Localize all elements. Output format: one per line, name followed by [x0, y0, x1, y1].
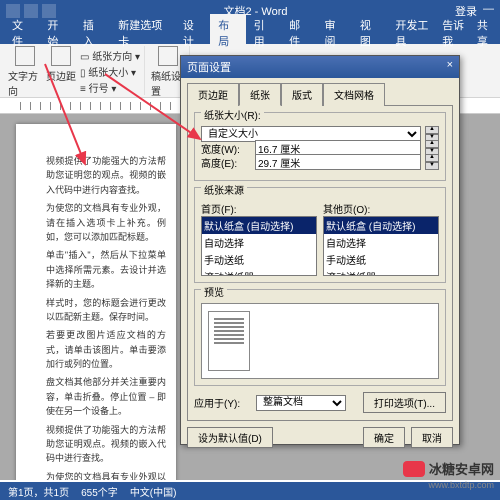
- ribbon-tabs: 文件 开始 插入 新建选项卡 设计 布局 引用 邮件 审阅 视图 开发工具 告诉…: [0, 22, 500, 44]
- tell-me[interactable]: 告诉我: [442, 17, 471, 49]
- language[interactable]: 中文(中国): [130, 484, 177, 499]
- preview-group: 预览: [194, 289, 446, 386]
- tab-layout[interactable]: 布局: [210, 14, 245, 52]
- paper-source-group: 纸张来源 首页(F): 默认纸盒 (自动选择)自动选择手动送纸滚动送纸器 其他页…: [194, 187, 446, 283]
- spin-up-icon[interactable]: ▲: [425, 126, 439, 134]
- word-count[interactable]: 655个字: [81, 484, 118, 499]
- dtab-margins[interactable]: 页边距: [187, 83, 239, 106]
- paper-size-button[interactable]: ▯ 纸张大小 ▾: [80, 64, 140, 79]
- tab-review[interactable]: 审阅: [317, 14, 352, 52]
- share-button[interactable]: 共享: [477, 17, 496, 49]
- print-options-button[interactable]: 打印选项(T)...: [363, 392, 446, 413]
- cancel-button[interactable]: 取消: [411, 427, 453, 448]
- document-page: 视频提供了功能强大的方法帮助您证明您的观点。视频的嵌入代码中进行内容查找。为使您…: [16, 124, 176, 480]
- preview-box: [201, 303, 439, 379]
- page-setup-dialog: 页面设置 × 页边距 纸张 版式 文档网格 纸张大小(R): 自定义大小▲▼ 宽…: [180, 55, 460, 445]
- columns-button[interactable]: ≡ 行号 ▾: [80, 80, 140, 95]
- dialog-tabs: 页边距 纸张 版式 文档网格: [181, 78, 459, 105]
- dtab-grid[interactable]: 文档网格: [323, 83, 385, 106]
- logo-icon: [403, 461, 425, 477]
- margins-button[interactable]: 页边距: [44, 46, 78, 98]
- paper-size-group: 纸张大小(R): 自定义大小▲▼ 宽度(W):▲▼ 高度(E):▲▼: [194, 112, 446, 181]
- watermark: 冰糖安卓网 www.bxtdtp.com: [403, 459, 494, 478]
- ok-button[interactable]: 确定: [363, 427, 405, 448]
- height-input[interactable]: [255, 154, 421, 170]
- dialog-title: 页面设置: [187, 59, 231, 75]
- first-page-tray-list[interactable]: 默认纸盒 (自动选择)自动选择手动送纸滚动送纸器: [201, 216, 317, 276]
- orientation-button[interactable]: ▭ 纸张方向 ▾: [80, 48, 140, 63]
- tab-dev[interactable]: 开发工具: [387, 14, 442, 52]
- dtab-paper[interactable]: 纸张: [239, 83, 281, 106]
- page-count[interactable]: 第1页，共1页: [8, 484, 69, 499]
- tab-mailings[interactable]: 邮件: [281, 14, 316, 52]
- status-bar: 第1页，共1页 655个字 中文(中国): [0, 482, 500, 500]
- close-icon[interactable]: ×: [447, 59, 453, 75]
- tab-view[interactable]: 视图: [352, 14, 387, 52]
- text-direction-button[interactable]: 文字方向: [8, 46, 42, 98]
- tab-references[interactable]: 引用: [246, 14, 281, 52]
- set-default-button[interactable]: 设为默认值(D): [187, 427, 273, 448]
- apply-to-select[interactable]: 整篇文档: [256, 395, 346, 411]
- dialog-titlebar[interactable]: 页面设置 ×: [181, 56, 459, 78]
- other-pages-tray-list[interactable]: 默认纸盒 (自动选择)自动选择手动送纸滚动送纸器: [323, 216, 439, 276]
- dtab-layout[interactable]: 版式: [281, 83, 323, 106]
